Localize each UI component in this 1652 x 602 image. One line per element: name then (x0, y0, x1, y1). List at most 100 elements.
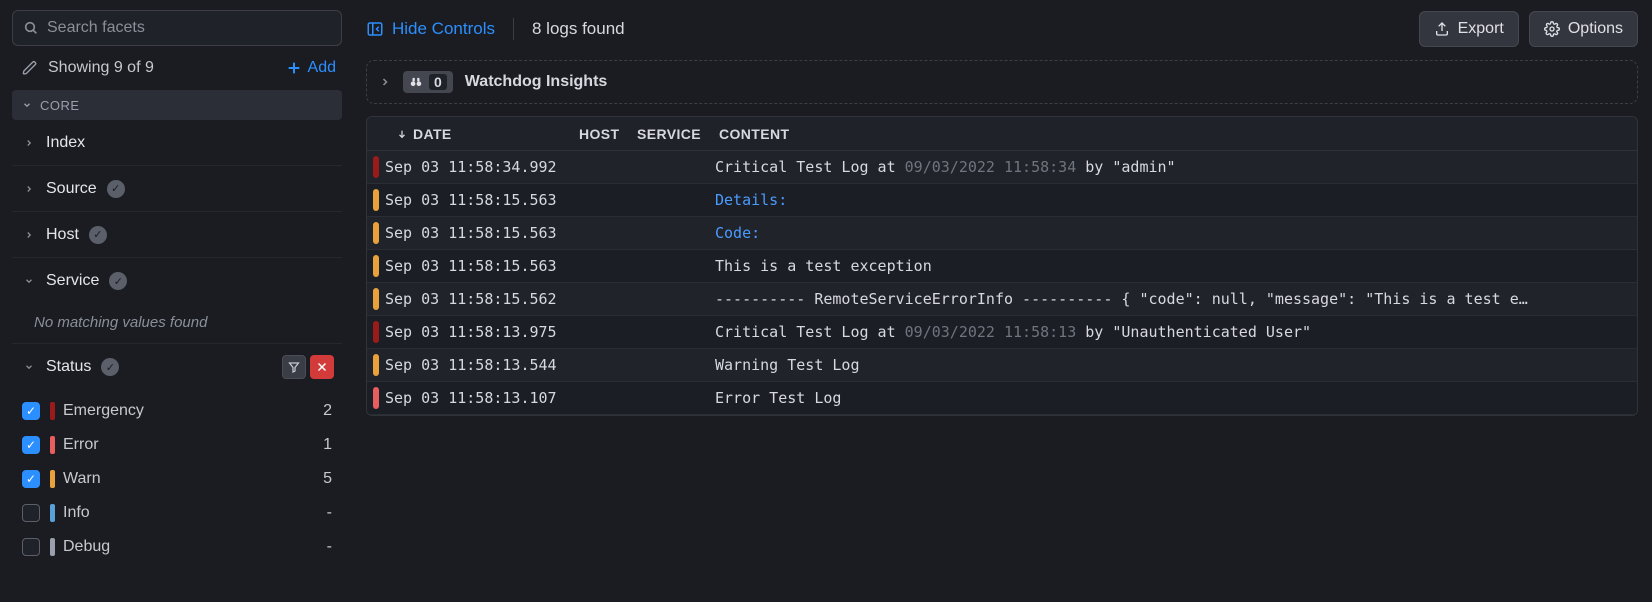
cell-content: Code: (715, 224, 1637, 242)
main: Hide Controls 8 logs found Export Option… (352, 0, 1652, 602)
options-button[interactable]: Options (1529, 11, 1638, 47)
checkbox[interactable] (22, 538, 40, 556)
checkbox[interactable]: ✓ (22, 436, 40, 454)
chevron-down-icon (22, 362, 36, 372)
table-row[interactable]: Sep 03 11:58:34.992 Critical Test Log at … (367, 151, 1637, 184)
facet-host[interactable]: Host ✓ (12, 212, 342, 258)
check-circle-icon: ✓ (109, 272, 127, 290)
status-color-bar (50, 504, 55, 522)
facet-search[interactable] (12, 10, 342, 46)
export-label: Export (1458, 20, 1504, 38)
checkbox[interactable] (22, 504, 40, 522)
table-row[interactable]: Sep 03 11:58:13.975 Critical Test Log at … (367, 316, 1637, 349)
col-host[interactable]: HOST (579, 126, 637, 142)
col-date[interactable]: DATE (385, 126, 579, 142)
pencil-icon[interactable] (22, 60, 38, 76)
checkbox[interactable]: ✓ (22, 470, 40, 488)
col-content[interactable]: CONTENT (715, 126, 1637, 142)
facet-service[interactable]: Service ✓ (12, 258, 342, 304)
status-list: ✓Emergency2✓Error1✓Warn5Info- Debug - (12, 390, 342, 564)
chevron-right-icon (22, 184, 36, 194)
facet-label: Source (46, 180, 97, 198)
cell-date: Sep 03 11:58:15.563 (385, 191, 579, 209)
watchdog-insights[interactable]: 0 Watchdog Insights (366, 60, 1638, 104)
facet-status[interactable]: Status ✓ (12, 344, 342, 390)
insights-badge: 0 (403, 71, 453, 93)
facet-label: Status (46, 358, 91, 376)
insights-label: Watchdog Insights (465, 73, 608, 91)
severity-strip (373, 222, 379, 244)
sidebar: Showing 9 of 9 Add CORE Index Source ✓ H (0, 0, 352, 602)
table-row[interactable]: Sep 03 11:58:13.544 Warning Test Log (367, 349, 1637, 382)
cell-date: Sep 03 11:58:15.563 (385, 257, 579, 275)
cell-content: Details: (715, 191, 1637, 209)
facet-label: Host (46, 226, 79, 244)
cell-content: Critical Test Log at 09/03/2022 11:58:34… (715, 158, 1637, 176)
table-row[interactable]: Sep 03 11:58:13.107Error Test Log (367, 382, 1637, 415)
status-item-emergency[interactable]: ✓Emergency2 (12, 394, 342, 428)
cell-date: Sep 03 11:58:15.562 (385, 290, 579, 308)
filter-button[interactable] (282, 355, 306, 379)
gear-icon (1544, 21, 1560, 37)
status-item-info[interactable]: Info- (12, 496, 342, 530)
severity-strip (373, 321, 379, 343)
cell-content: Error Test Log (715, 389, 1637, 407)
status-item-error[interactable]: ✓Error1 (12, 428, 342, 462)
facet-search-input[interactable] (47, 19, 331, 37)
cell-date: Sep 03 11:58:13.544 (385, 356, 579, 374)
status-color-bar (50, 538, 55, 556)
status-count: - (327, 538, 332, 556)
panel-collapse-icon (366, 20, 384, 38)
facet-label: Service (46, 272, 99, 290)
chevron-down-icon (22, 276, 36, 286)
add-facet-button[interactable]: Add (286, 59, 336, 77)
status-count: 5 (323, 470, 332, 488)
facet-source[interactable]: Source ✓ (12, 166, 342, 212)
status-label: Info (63, 504, 90, 522)
binoculars-icon (409, 75, 423, 89)
cell-content: Warning Test Log (715, 356, 1637, 374)
facet-index[interactable]: Index (12, 120, 342, 166)
col-date-label: DATE (413, 126, 452, 142)
export-button[interactable]: Export (1419, 11, 1519, 47)
check-circle-icon: ✓ (89, 226, 107, 244)
no-matching-values: No matching values found (12, 304, 342, 344)
facet-group-core[interactable]: CORE (12, 90, 342, 120)
sort-desc-icon (397, 129, 407, 139)
table-row[interactable]: Sep 03 11:58:15.563 Details: (367, 184, 1637, 217)
severity-strip (373, 288, 379, 310)
insights-count: 0 (429, 74, 447, 90)
severity-strip (373, 189, 379, 211)
separator (513, 18, 514, 40)
status-color-bar (50, 470, 55, 488)
chevron-down-icon (22, 100, 32, 110)
check-circle-icon: ✓ (107, 180, 125, 198)
hide-controls-button[interactable]: Hide Controls (366, 19, 495, 39)
cell-date: Sep 03 11:58:13.975 (385, 323, 579, 341)
facets-summary-row: Showing 9 of 9 Add (12, 46, 342, 90)
export-icon (1434, 21, 1450, 37)
status-label: Debug (63, 538, 110, 556)
checkbox[interactable]: ✓ (22, 402, 40, 420)
check-circle-icon: ✓ (101, 358, 119, 376)
cell-date: Sep 03 11:58:34.992 (385, 158, 579, 176)
table-row[interactable]: Sep 03 11:58:15.563This is a test except… (367, 250, 1637, 283)
cell-content: Critical Test Log at 09/03/2022 11:58:13… (715, 323, 1637, 341)
severity-strip (373, 387, 379, 409)
options-label: Options (1568, 20, 1623, 38)
table-row[interactable]: Sep 03 11:58:15.562 ---------- RemoteServ… (367, 283, 1637, 316)
severity-strip (373, 354, 379, 376)
clear-filter-button[interactable] (310, 355, 334, 379)
cell-content: ---------- RemoteServiceErrorInfo ------… (715, 290, 1637, 308)
core-label: CORE (40, 98, 80, 113)
table-body: Sep 03 11:58:34.992 Critical Test Log at … (367, 151, 1637, 415)
table-row[interactable]: Sep 03 11:58:15.563Code: (367, 217, 1637, 250)
chevron-right-icon (22, 138, 36, 148)
col-service[interactable]: SERVICE (637, 126, 715, 142)
status-item-warn[interactable]: ✓Warn5 (12, 462, 342, 496)
chevron-right-icon (379, 76, 391, 88)
chevron-right-icon (22, 230, 36, 240)
status-count: 2 (323, 402, 332, 420)
status-color-bar (50, 436, 55, 454)
status-item-debug[interactable]: Debug - (12, 530, 342, 564)
